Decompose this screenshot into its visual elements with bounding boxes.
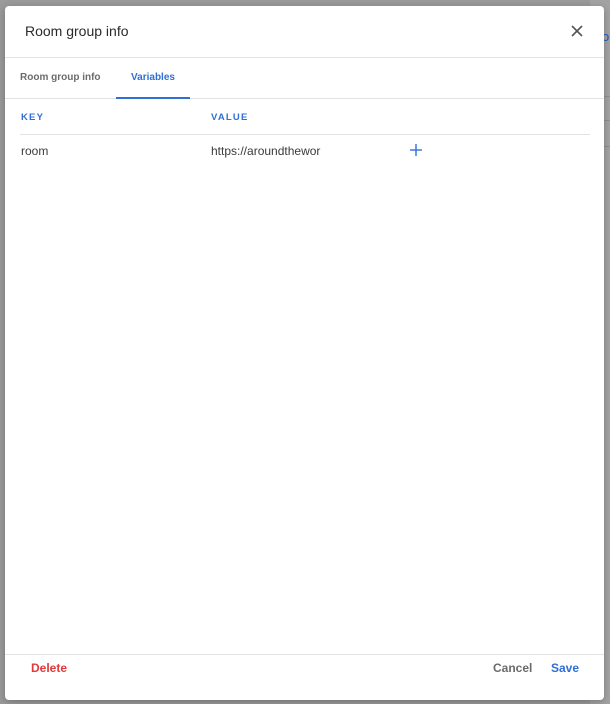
variable-value-input[interactable] <box>211 140 331 162</box>
delete-button[interactable]: Delete <box>31 661 67 675</box>
plus-icon[interactable] <box>409 143 423 157</box>
table-header-divider <box>20 134 590 135</box>
close-icon[interactable] <box>568 22 586 40</box>
column-header-value: VALUE <box>211 112 249 123</box>
tab-room-group-info[interactable]: Room group info <box>20 58 101 98</box>
tab-variables-label: Variables <box>131 72 175 83</box>
column-header-key: KEY <box>21 112 45 123</box>
tab-bar: Room group info Variables <box>5 58 604 99</box>
cancel-button[interactable]: Cancel <box>493 661 532 675</box>
dialog-header: Room group info <box>5 6 604 58</box>
variable-key: room <box>21 144 49 158</box>
tab-variables[interactable]: Variables <box>116 58 190 99</box>
save-button[interactable]: Save <box>551 661 579 675</box>
dialog-title: Room group info <box>25 23 129 39</box>
room-group-dialog: Room group info Room group info Variable… <box>5 6 604 700</box>
dialog-footer: Delete Cancel Save <box>5 654 604 701</box>
active-tab-indicator <box>116 97 190 99</box>
